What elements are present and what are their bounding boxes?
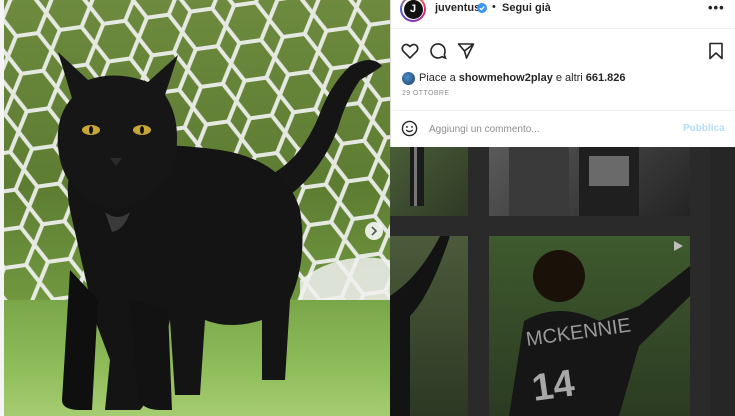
comment-divider bbox=[391, 110, 735, 111]
smiley-icon[interactable] bbox=[401, 120, 418, 137]
post-details-panel: J juventus • Segui già ••• Piace a showm… bbox=[390, 0, 735, 147]
cat-thumbnail bbox=[390, 236, 450, 416]
player-thumbnail bbox=[410, 146, 424, 206]
likes-connector: e altri bbox=[555, 72, 583, 84]
verified-badge-icon bbox=[477, 3, 487, 13]
players-thumbnail bbox=[509, 146, 639, 216]
mckennie-thumbnail: MCKENNIE 14 bbox=[509, 250, 690, 416]
next-image-button[interactable] bbox=[365, 222, 383, 240]
following-button[interactable]: Segui già bbox=[502, 2, 551, 14]
comment-input[interactable] bbox=[429, 121, 669, 137]
svg-text:14: 14 bbox=[529, 362, 577, 409]
comment-icon[interactable] bbox=[429, 42, 447, 60]
likes-count[interactable]: 661.826 bbox=[586, 72, 626, 84]
grid-post-1[interactable] bbox=[390, 146, 468, 216]
image-border bbox=[0, 0, 4, 416]
grid-edge bbox=[710, 146, 735, 416]
share-icon[interactable] bbox=[457, 42, 475, 60]
heart-icon[interactable] bbox=[401, 42, 419, 60]
chevron-right-icon bbox=[371, 226, 378, 236]
likes-prefix: Piace a bbox=[419, 72, 456, 84]
more-options-icon[interactable]: ••• bbox=[708, 0, 725, 15]
grid-post-3[interactable] bbox=[390, 236, 468, 416]
video-icon bbox=[674, 241, 683, 251]
juventus-logo-icon: J bbox=[403, 0, 423, 19]
profile-avatar[interactable]: J bbox=[400, 0, 426, 22]
post-date[interactable]: 29 OTTOBRE bbox=[402, 90, 449, 97]
grid-post-4[interactable]: MCKENNIE 14 bbox=[489, 236, 690, 416]
liker-avatar[interactable] bbox=[402, 71, 415, 85]
username-link[interactable]: juventus bbox=[435, 2, 480, 14]
black-cat bbox=[57, 52, 382, 410]
bookmark-icon[interactable] bbox=[707, 42, 725, 60]
post-image[interactable] bbox=[0, 0, 390, 416]
likes-summary: Piace a showmehow2play e altri 661.826 bbox=[402, 70, 629, 86]
header-divider bbox=[391, 28, 735, 29]
publish-button[interactable]: Pubblica bbox=[683, 123, 725, 134]
grid-post-2[interactable] bbox=[489, 146, 690, 216]
separator-dot: • bbox=[492, 1, 496, 13]
liker-username[interactable]: showmehow2play bbox=[459, 72, 553, 84]
